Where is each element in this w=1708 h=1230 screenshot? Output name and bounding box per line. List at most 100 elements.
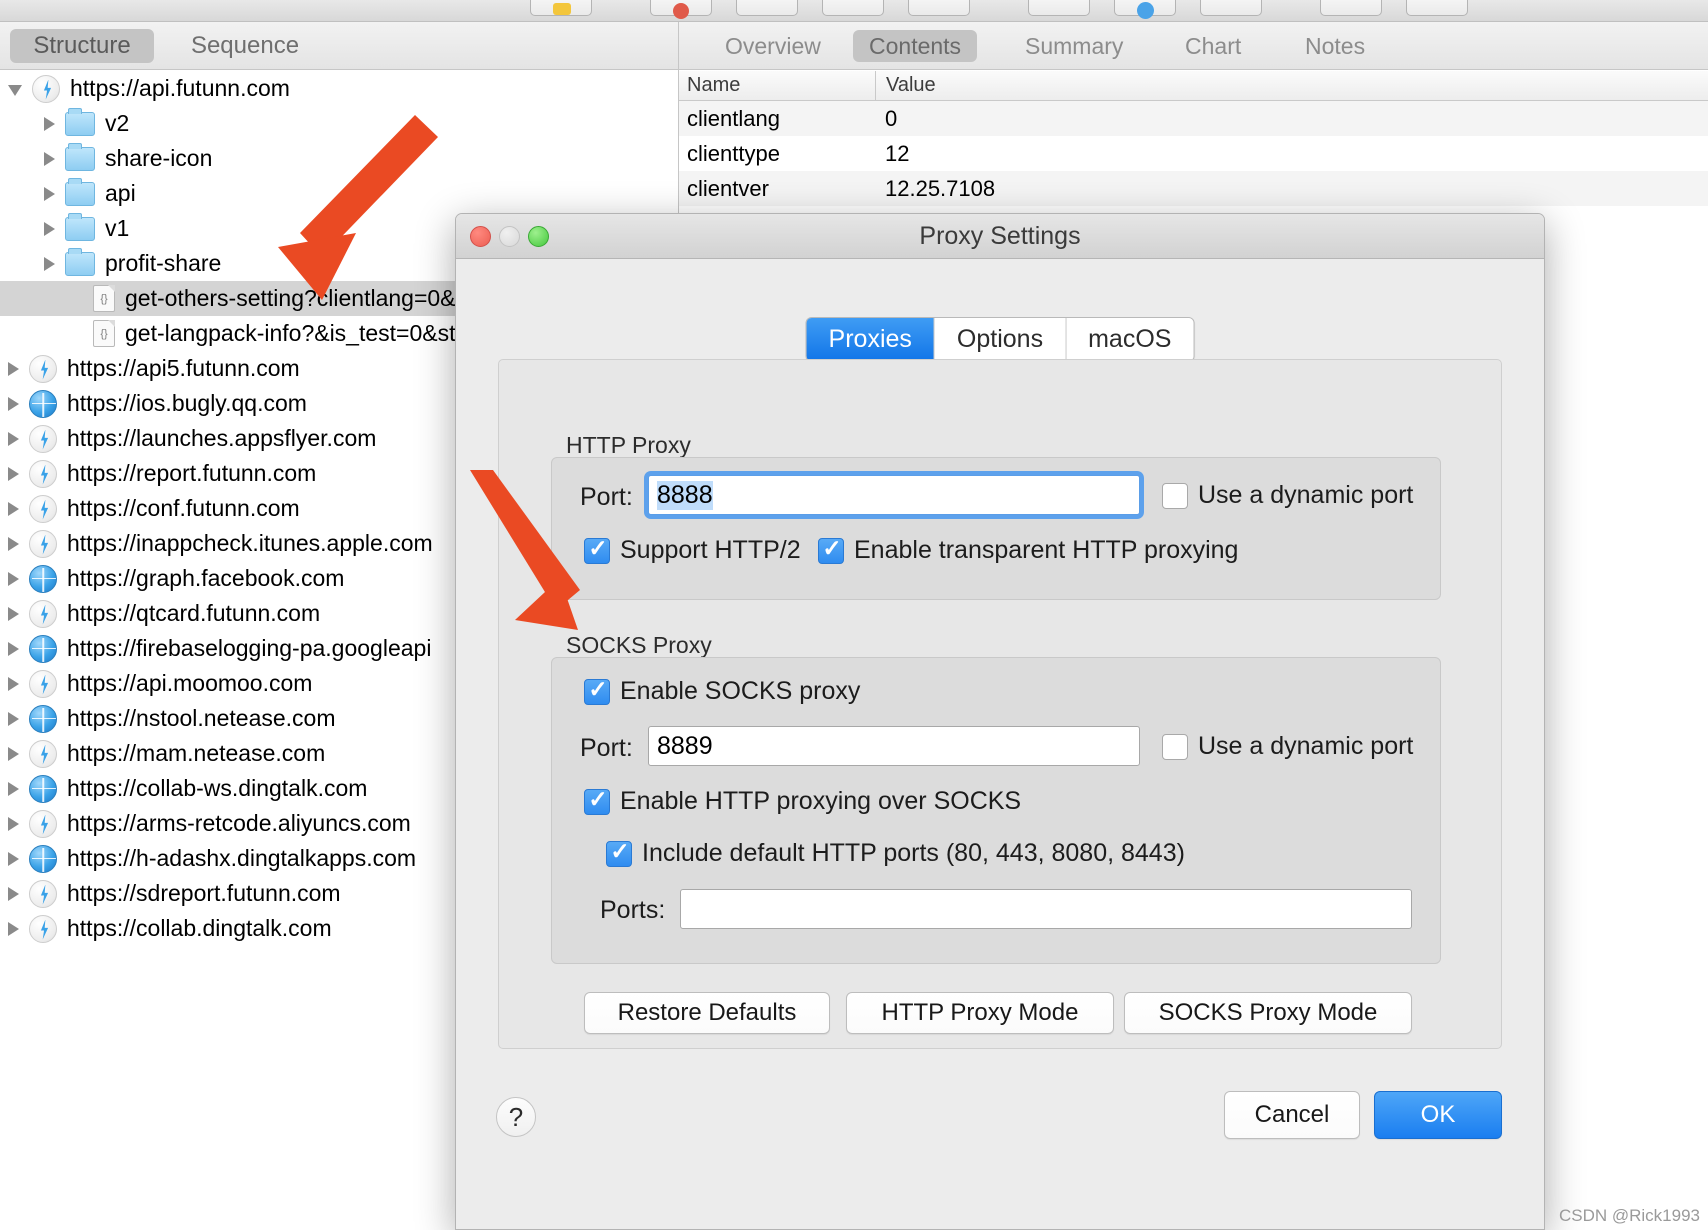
chevron-right-icon[interactable] (8, 571, 19, 586)
socks-port-value: 8889 (657, 731, 713, 760)
chevron-right-icon[interactable] (8, 361, 19, 376)
tab-options[interactable]: Options (934, 318, 1067, 361)
tree-row[interactable]: https://api.futunn.com (0, 71, 678, 106)
support-http2-checkbox[interactable] (584, 535, 611, 564)
bolt-icon (29, 599, 57, 628)
chevron-right-icon[interactable] (8, 431, 19, 446)
http-proxy-mode-button[interactable]: HTTP Proxy Mode (846, 992, 1114, 1034)
toolbar-button-5[interactable] (908, 0, 970, 16)
include-default-ports-label: Include default HTTP ports (80, 443, 808… (642, 839, 1185, 867)
tab-proxies[interactable]: Proxies (806, 318, 935, 361)
chevron-right-icon[interactable] (44, 186, 55, 201)
include-default-ports-checkbox-row[interactable]: Include default HTTP ports (80, 443, 808… (606, 838, 1185, 868)
chevron-right-icon[interactable] (8, 536, 19, 551)
toolbar-button-6[interactable] (1028, 0, 1090, 16)
chevron-right-icon[interactable] (8, 711, 19, 726)
chevron-right-icon[interactable] (8, 396, 19, 411)
folder-icon (65, 107, 95, 136)
right-segmented-control: Overview Contents Summary Chart Notes (679, 22, 1708, 70)
close-icon[interactable] (470, 226, 491, 247)
chevron-right-icon[interactable] (8, 886, 19, 901)
http-dynamic-port-checkbox-row[interactable]: Use a dynamic port (1162, 481, 1413, 510)
tree-row-label: https://launches.appsflyer.com (67, 425, 377, 451)
tree-row-label: share-icon (105, 145, 213, 171)
tab-sequence[interactable]: Sequence (170, 29, 320, 63)
tree-row-label: https://api.futunn.com (70, 75, 290, 101)
chevron-right-icon[interactable] (8, 781, 19, 796)
transparent-proxying-checkbox-row[interactable]: Enable transparent HTTP proxying (818, 535, 1239, 565)
globe-icon (29, 774, 57, 803)
chevron-right-icon[interactable] (44, 151, 55, 166)
support-http2-checkbox-row[interactable]: Support HTTP/2 (584, 535, 801, 565)
tab-overview[interactable]: Overview (709, 30, 837, 62)
chevron-right-icon[interactable] (8, 921, 19, 936)
toolbar-button-9[interactable] (1320, 0, 1382, 16)
chevron-right-icon[interactable] (8, 606, 19, 621)
socks-dynamic-port-checkbox[interactable] (1162, 733, 1188, 760)
folder-icon (65, 247, 95, 276)
tab-chart[interactable]: Chart (1169, 30, 1257, 62)
http-over-socks-checkbox[interactable] (584, 786, 611, 815)
toolbar-button-3[interactable] (736, 0, 798, 16)
cell-name: clientlang (687, 105, 780, 131)
http-port-input[interactable]: 8888 (648, 475, 1140, 515)
chevron-down-icon[interactable] (8, 85, 22, 96)
chevron-right-icon[interactable] (8, 501, 19, 516)
enable-socks-checkbox-row[interactable]: Enable SOCKS proxy (584, 676, 860, 706)
tab-macos[interactable]: macOS (1066, 318, 1194, 361)
chevron-right-icon[interactable] (44, 221, 55, 236)
tab-summary[interactable]: Summary (1009, 30, 1139, 62)
include-default-ports-checkbox[interactable] (606, 838, 633, 867)
help-button[interactable]: ? (496, 1097, 536, 1137)
socks-port-input[interactable]: 8889 (648, 726, 1140, 766)
toolbar-button-4[interactable] (822, 0, 884, 16)
tree-row-label: https://collab-ws.dingtalk.com (67, 775, 368, 801)
table-row[interactable]: clientver 12.25.7108 (679, 171, 1708, 206)
cancel-button[interactable]: Cancel (1224, 1091, 1360, 1139)
toolbar-button-10[interactable] (1406, 0, 1468, 16)
tree-row-label: https://h-adashx.dingtalkapps.com (67, 845, 417, 871)
chevron-right-icon[interactable] (8, 641, 19, 656)
restore-defaults-button[interactable]: Restore Defaults (584, 992, 830, 1034)
enable-socks-checkbox[interactable] (584, 676, 611, 705)
transparent-proxying-label: Enable transparent HTTP proxying (854, 536, 1239, 564)
tree-row[interactable]: api (0, 176, 678, 211)
tab-contents[interactable]: Contents (853, 30, 978, 62)
toolbar-button-1[interactable] (530, 0, 592, 16)
socks-ports-input[interactable] (680, 889, 1412, 929)
chevron-right-icon[interactable] (8, 466, 19, 481)
dialog-titlebar[interactable]: Proxy Settings (456, 214, 1544, 259)
chevron-right-icon[interactable] (8, 746, 19, 761)
table-row[interactable]: clienttype 12 (679, 136, 1708, 171)
socks-dynamic-port-checkbox-row[interactable]: Use a dynamic port (1162, 732, 1413, 761)
toolbar-button-2[interactable] (650, 0, 712, 19)
folder-icon (65, 212, 95, 241)
tree-row-label: https://conf.futunn.com (67, 495, 300, 521)
chevron-right-icon[interactable] (8, 676, 19, 691)
transparent-proxying-checkbox[interactable] (818, 535, 845, 564)
minimize-icon[interactable] (499, 226, 520, 247)
tab-structure[interactable]: Structure (10, 29, 154, 63)
table-row[interactable]: clientlang 0 (679, 101, 1708, 136)
tab-notes[interactable]: Notes (1289, 30, 1381, 62)
chevron-right-icon[interactable] (8, 816, 19, 831)
socks-port-label: Port: (580, 734, 633, 762)
dialog-tab-bar: Proxies Options macOS (805, 317, 1195, 362)
chevron-right-icon[interactable] (44, 116, 55, 131)
tree-row[interactable]: v2 (0, 106, 678, 141)
tree-row[interactable]: share-icon (0, 141, 678, 176)
toolbar-button-8[interactable] (1200, 0, 1262, 16)
socks-proxy-mode-button[interactable]: SOCKS Proxy Mode (1124, 992, 1412, 1034)
ok-button[interactable]: OK (1374, 1091, 1502, 1139)
chevron-right-icon[interactable] (44, 256, 55, 271)
bolt-icon (29, 459, 57, 488)
http-dynamic-port-checkbox[interactable] (1162, 482, 1188, 509)
column-header-value[interactable]: Value (875, 71, 936, 100)
http-over-socks-checkbox-row[interactable]: Enable HTTP proxying over SOCKS (584, 786, 1021, 816)
chevron-right-icon[interactable] (8, 851, 19, 866)
zoom-icon[interactable] (528, 226, 549, 247)
toolbar-button-7[interactable] (1114, 0, 1176, 19)
tree-row-label: v1 (105, 215, 130, 241)
column-header-name[interactable]: Name (679, 74, 875, 97)
socks-proxy-section-label: SOCKS Proxy (566, 632, 712, 658)
